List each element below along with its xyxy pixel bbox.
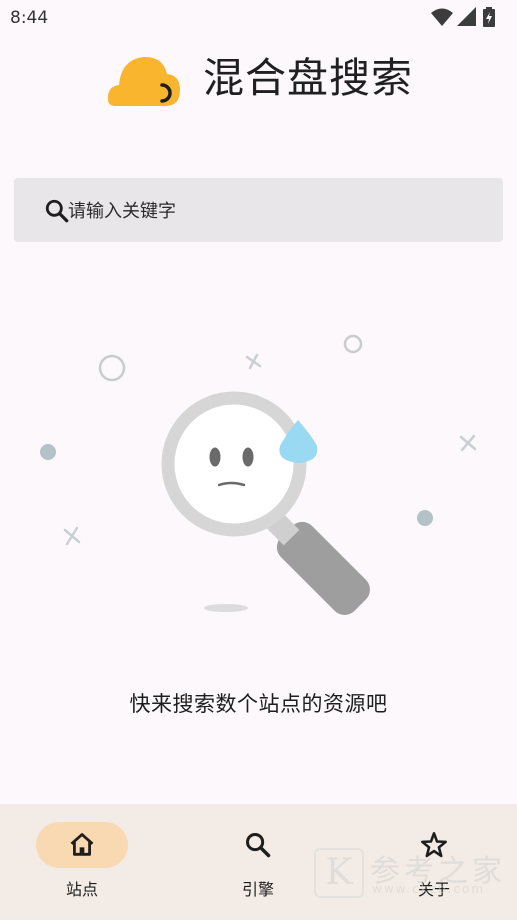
cloud-logo-icon xyxy=(107,56,180,106)
decor-circle xyxy=(343,334,363,354)
search-icon xyxy=(245,832,271,858)
nav-label: 引擎 xyxy=(241,880,274,899)
nav-item-engines[interactable]: 引擎 xyxy=(183,804,333,920)
magnifier-lens xyxy=(161,391,307,537)
watermark-url: www.ckzb.com xyxy=(372,882,486,896)
face-eye xyxy=(209,447,221,467)
decor-cross xyxy=(459,434,477,452)
nav-label: 站点 xyxy=(65,880,98,899)
decor-dot xyxy=(40,444,56,460)
status-icons xyxy=(431,7,511,27)
decor-dot xyxy=(417,510,433,526)
status-bar: 8:44 xyxy=(0,0,517,36)
watermark-logo: K xyxy=(314,848,364,898)
decor-cross xyxy=(63,526,81,546)
magnifier-sad-face-icon xyxy=(40,334,477,615)
decor-cross xyxy=(245,353,262,370)
signal-icon xyxy=(457,7,476,26)
nav-item-sites[interactable]: 站点 xyxy=(7,804,157,920)
wifi-icon xyxy=(431,8,453,26)
search-input[interactable] xyxy=(66,178,490,244)
battery-charging-icon xyxy=(483,7,495,27)
empty-state-message: 快来搜索数个站点的资源吧 xyxy=(129,692,388,716)
home-icon xyxy=(70,833,94,856)
app-header: 混合盘搜索 xyxy=(0,40,517,120)
search-bar[interactable] xyxy=(14,178,503,244)
watermark: K 参考之家 www.ckzb.com xyxy=(312,846,517,898)
status-time: 8:44 xyxy=(10,8,49,28)
shadow xyxy=(204,604,248,612)
app-title: 混合盘搜索 xyxy=(203,54,413,102)
face-eye xyxy=(242,447,254,467)
decor-circle xyxy=(98,354,126,382)
